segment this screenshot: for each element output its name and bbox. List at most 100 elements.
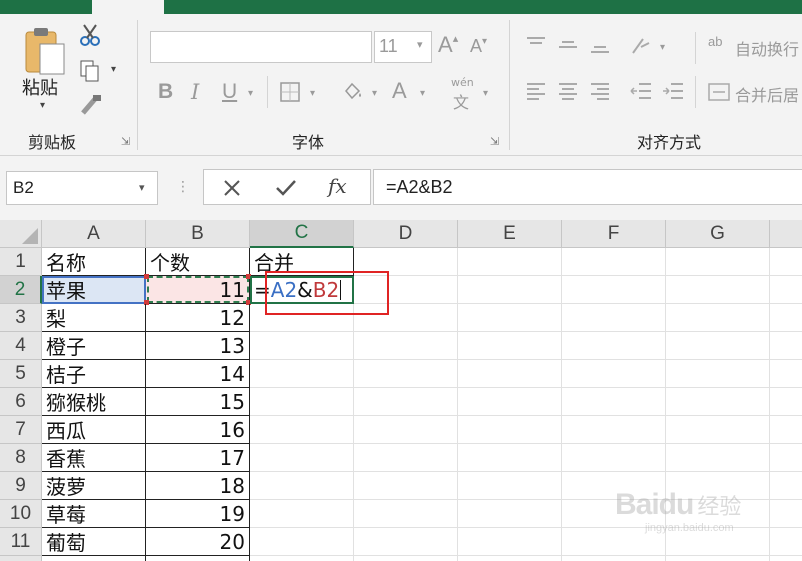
column-header-g[interactable]: G [666,220,770,248]
row-header[interactable]: 3 [0,304,42,332]
format-painter-icon[interactable] [78,92,104,116]
cell-a3[interactable]: 梨 [42,304,146,332]
column-header-a[interactable]: A [42,220,146,248]
ribbon-tab-home[interactable] [92,0,164,14]
cell-b4[interactable]: 13 [146,332,250,360]
cell-a10[interactable]: 草莓 [42,500,146,528]
worksheet-grid[interactable]: A B C D E F G 1 2 3 4 5 6 7 8 9 10 11 名称… [0,220,802,561]
column-header-h[interactable] [770,220,802,248]
font-color-dropdown-icon[interactable]: ▾ [420,88,425,99]
orientation-icon[interactable] [628,34,654,58]
row-header[interactable]: 5 [0,360,42,388]
formula-bar-grip-icon[interactable]: ⋮ [176,178,190,195]
name-box[interactable]: B2 ▾ [6,171,158,205]
cell-c1[interactable]: 合并 [250,248,354,276]
cell-b5[interactable]: 14 [146,360,250,388]
copy-dropdown-icon[interactable]: ▾ [111,64,116,75]
name-box-dropdown-icon[interactable]: ▾ [139,181,145,194]
cell-b8[interactable]: 17 [146,444,250,472]
phonetic-dropdown-icon[interactable]: ▾ [483,88,488,99]
row-header[interactable]: 8 [0,444,42,472]
column-header-b[interactable]: B [146,220,250,248]
cell-b9[interactable]: 18 [146,472,250,500]
column-header-c[interactable]: C [250,220,354,248]
increase-font-icon[interactable]: A▴ [438,32,458,58]
orientation-dropdown-icon[interactable]: ▾ [660,42,665,53]
align-left-icon[interactable] [524,80,548,104]
top-align-icon[interactable] [524,34,548,56]
cell-c2-editing[interactable]: = A2 & B2 [250,276,354,304]
align-center-icon[interactable] [556,80,580,104]
group-separator [509,20,510,150]
cell-a1[interactable]: 名称 [42,248,146,276]
formula-input[interactable]: =A2&B2 [373,169,802,205]
fill-color-dropdown-icon[interactable]: ▾ [372,88,377,99]
alignment-group-label: 对齐方式 [637,133,702,152]
underline-dropdown-icon[interactable]: ▾ [248,88,253,99]
enter-check-icon[interactable] [274,176,298,200]
cell-a6[interactable]: 猕猴桃 [42,388,146,416]
cell-b2[interactable]: 11 [146,276,250,304]
borders-icon[interactable] [278,80,302,104]
group-separator [137,20,138,150]
cell-b7[interactable]: 16 [146,416,250,444]
font-color-button[interactable]: A [392,78,407,104]
cell-b10[interactable]: 19 [146,500,250,528]
align-right-icon[interactable] [588,80,612,104]
cell-a5[interactable]: 桔子 [42,360,146,388]
decrease-font-icon[interactable]: A▾ [470,36,487,57]
phonetic-guide-button[interactable]: 文 [453,89,469,113]
row-header[interactable]: 4 [0,332,42,360]
font-launcher-icon[interactable]: ⇲ [490,135,499,148]
fill-color-icon[interactable] [339,78,365,104]
increase-indent-icon[interactable] [660,80,686,104]
cell-b6[interactable]: 15 [146,388,250,416]
font-size-combo[interactable]: 11 ▾ [374,31,432,63]
merge-center-button[interactable]: 合并后居 [735,82,799,106]
wrap-text-icon[interactable]: ab [708,34,722,49]
formula-ref-b2: B2 [312,277,340,302]
row-header[interactable] [0,556,42,561]
column-header-d[interactable]: D [354,220,458,248]
underline-button[interactable]: U [222,80,237,104]
row-header[interactable]: 7 [0,416,42,444]
font-name-combo[interactable] [150,31,372,63]
ref-handle[interactable] [144,274,149,279]
cell-a11[interactable]: 葡萄 [42,528,146,556]
font-size-dropdown-icon[interactable]: ▾ [417,38,423,51]
row-header[interactable]: 2 [0,276,42,304]
cell-a9[interactable]: 菠萝 [42,472,146,500]
cell-a8[interactable]: 香蕉 [42,444,146,472]
clipboard-launcher-icon[interactable]: ⇲ [121,135,130,148]
row-header[interactable]: 9 [0,472,42,500]
middle-align-icon[interactable] [556,34,580,56]
cell-a4[interactable]: 橙子 [42,332,146,360]
copy-icon[interactable] [78,58,102,84]
paste-button-label[interactable]: 粘贴 [22,74,58,100]
cell-b1[interactable]: 个数 [146,248,250,276]
italic-button[interactable]: I [191,80,199,104]
decrease-indent-icon[interactable] [628,80,654,104]
borders-dropdown-icon[interactable]: ▾ [310,88,315,99]
merge-center-icon[interactable] [706,80,732,104]
paste-dropdown-icon[interactable]: ▾ [40,100,45,111]
cell-a7[interactable]: 西瓜 [42,416,146,444]
cut-icon[interactable] [78,22,102,48]
bottom-align-icon[interactable] [588,34,612,56]
row-header[interactable]: 11 [0,528,42,556]
column-header-f[interactable]: F [562,220,666,248]
select-all-corner[interactable] [0,220,42,248]
row-header[interactable]: 1 [0,248,42,276]
paste-icon[interactable] [24,26,68,78]
formula-input-value: =A2&B2 [386,177,453,197]
wrap-text-button[interactable]: 自动换行 [735,36,799,60]
row-header[interactable]: 10 [0,500,42,528]
row-header[interactable]: 6 [0,388,42,416]
cancel-icon[interactable] [220,176,244,200]
cell-a2[interactable]: 苹果 [42,276,146,304]
cell-b3[interactable]: 12 [146,304,250,332]
insert-function-button[interactable]: fx [328,174,347,198]
bold-button[interactable]: B [158,80,173,104]
column-header-e[interactable]: E [458,220,562,248]
cell-b11[interactable]: 20 [146,528,250,556]
